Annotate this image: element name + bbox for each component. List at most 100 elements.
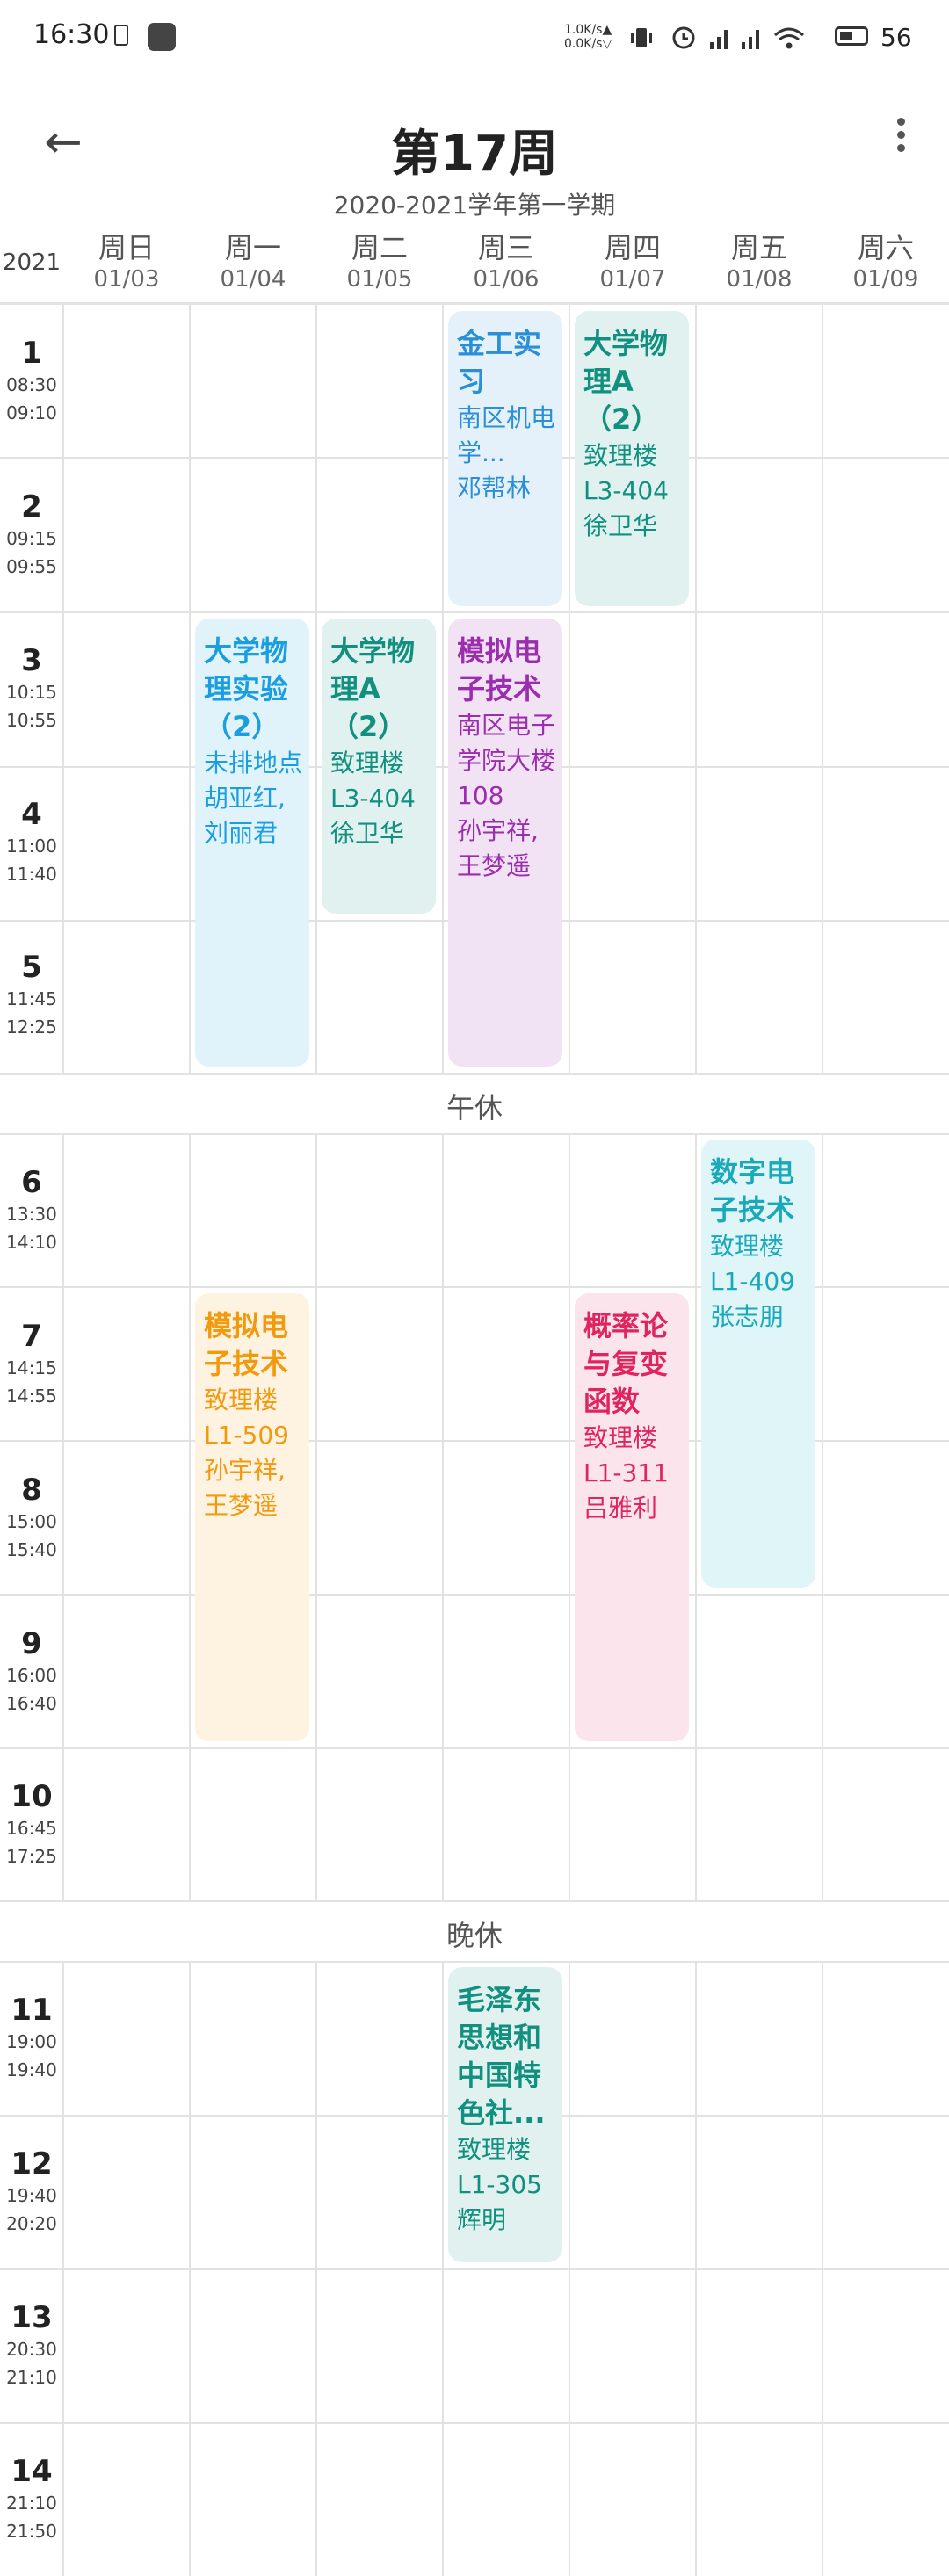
course-name: 金工实习 [457, 327, 542, 398]
course-card[interactable]: 大学物理A（2） 致理楼L3-404 徐卫华 [575, 311, 689, 606]
course-location: 未排地点 [204, 749, 303, 778]
sim-icon [114, 25, 128, 46]
grid-line [0, 2422, 949, 2424]
year-label: 2021 [2, 250, 62, 276]
period-end: 15:40 [6, 1539, 57, 1560]
period-number: 12 [11, 2146, 53, 2182]
course-name: 大学物理A（2） [330, 634, 416, 743]
period-end: 21:50 [6, 2521, 57, 2542]
alarm-icon [672, 26, 695, 49]
grid-column-line [569, 1133, 570, 1900]
course-name: 概率论与复变函数 [583, 1309, 669, 1418]
course-card[interactable]: 模拟电子技术 南区电子学院大楼108 孙宇祥,王梦遥 [448, 619, 562, 1067]
status-icons [631, 26, 804, 49]
course-teacher: 辉明 [457, 2205, 507, 2234]
course-card[interactable]: 大学物理实验（2） 未排地点 胡亚红,刘丽君 [195, 619, 309, 1067]
course-card[interactable]: 概率论与复变函数 致理楼L1-311 吕雅利 [575, 1293, 689, 1741]
period-number: 2 [21, 489, 42, 525]
period-label: 13 20:30 21:10 [0, 2300, 63, 2391]
period-number: 1 [21, 336, 42, 371]
day-header-thu: 周四 01/07 [569, 230, 696, 293]
course-location: 南区电子学院大楼108 [457, 711, 556, 810]
period-number: 11 [11, 1993, 53, 2028]
course-card[interactable]: 金工实习 南区机电学... 邓帮林 [448, 311, 562, 606]
grid-line [0, 1747, 949, 1749]
period-label: 6 13:30 14:10 [0, 1165, 63, 1256]
course-name: 模拟电子技术 [204, 1309, 289, 1380]
net-up: 1.0K/s▲ [564, 23, 612, 37]
course-location: 致理楼L1-311 [583, 1423, 669, 1487]
course-name: 数字电子技术 [710, 1155, 795, 1226]
period-end: 19:40 [6, 2059, 57, 2080]
period-number: 5 [21, 950, 42, 985]
signal-icon-2 [742, 30, 759, 49]
period-end: 21:10 [6, 2367, 57, 2388]
grid-line [0, 1594, 949, 1596]
course-teacher: 孙宇祥,王梦遥 [204, 1456, 286, 1520]
grid-column-line [189, 1133, 191, 1900]
course-teacher: 徐卫华 [583, 511, 658, 540]
course-teacher: 孙宇祥,王梦遥 [457, 816, 539, 880]
grid-column-line [569, 305, 570, 1073]
day-date: 01/08 [726, 266, 793, 293]
period-end: 09:10 [6, 402, 57, 423]
day-header-mon: 周一 01/04 [190, 230, 316, 293]
period-end: 14:10 [6, 1232, 57, 1253]
course-location: 致理楼L3-404 [583, 441, 669, 505]
period-start: 11:45 [6, 988, 57, 1009]
course-teacher: 邓帮林 [457, 474, 532, 503]
period-start: 16:45 [6, 1818, 57, 1839]
day-header-wed: 周三 01/06 [443, 230, 569, 293]
period-label: 12 19:40 20:20 [0, 2146, 63, 2238]
course-card[interactable]: 毛泽东思想和中国特色社... 致理楼L1-305 辉明 [448, 1967, 562, 2262]
grid-column-line [442, 1133, 444, 1900]
course-name: 大学物理A（2） [583, 327, 669, 436]
period-label: 7 14:15 14:55 [0, 1319, 63, 1410]
period-end: 10:55 [6, 710, 57, 731]
header-divider [0, 302, 949, 305]
app-notification-icon [148, 23, 176, 51]
period-label: 10 16:45 17:25 [0, 1779, 63, 1870]
period-number: 8 [21, 1473, 42, 1508]
grid-column-line [315, 305, 317, 1073]
grid-column-line [315, 1961, 317, 2576]
period-label: 3 10:15 10:55 [0, 643, 63, 734]
grid-column-line [569, 1961, 570, 2576]
period-label: 1 08:30 09:10 [0, 336, 63, 427]
course-card[interactable]: 数字电子技术 致理楼L1-409 张志朋 [701, 1140, 815, 1588]
grid-column-line [695, 1133, 697, 1900]
net-down: 0.0K/s▽ [564, 37, 612, 51]
period-number: 6 [21, 1165, 42, 1200]
period-number: 4 [21, 797, 42, 832]
grid-line [0, 1900, 949, 1902]
more-menu-icon[interactable] [887, 112, 914, 174]
page-title[interactable]: 第17周 [0, 114, 949, 185]
wifi-icon [774, 27, 804, 49]
day-name: 周三 [477, 231, 534, 264]
grid-column-line [189, 305, 191, 1073]
grid-line [0, 611, 949, 613]
grid-column-line [822, 305, 823, 1073]
period-number: 9 [21, 1626, 42, 1661]
course-location: 致理楼L3-404 [330, 749, 416, 813]
period-start: 19:40 [6, 2185, 57, 2206]
day-name: 周日 [98, 231, 155, 264]
course-card[interactable]: 大学物理A（2） 致理楼L3-404 徐卫华 [322, 619, 436, 914]
grid-column-line [695, 1961, 697, 2576]
course-name: 大学物理实验（2） [204, 634, 289, 743]
course-teacher: 张志朋 [710, 1302, 785, 1331]
day-name: 周六 [857, 231, 914, 264]
period-label: 9 16:00 16:40 [0, 1626, 63, 1718]
period-number: 3 [21, 643, 42, 678]
period-label: 14 21:10 21:50 [0, 2454, 63, 2545]
course-name: 毛泽东思想和中国特色社... [457, 1983, 546, 2130]
period-start: 15:00 [6, 1511, 57, 1532]
period-end: 16:40 [6, 1693, 57, 1714]
course-teacher: 胡亚红,刘丽君 [204, 784, 286, 848]
course-card[interactable]: 模拟电子技术 致理楼L1-509 孙宇祥,王梦遥 [195, 1293, 309, 1741]
period-end: 14:55 [6, 1386, 57, 1407]
period-label: 8 15:00 15:40 [0, 1473, 63, 1564]
period-label: 2 09:15 09:55 [0, 489, 63, 581]
period-end: 09:55 [6, 556, 57, 577]
course-location: 致理楼L1-409 [710, 1232, 795, 1296]
